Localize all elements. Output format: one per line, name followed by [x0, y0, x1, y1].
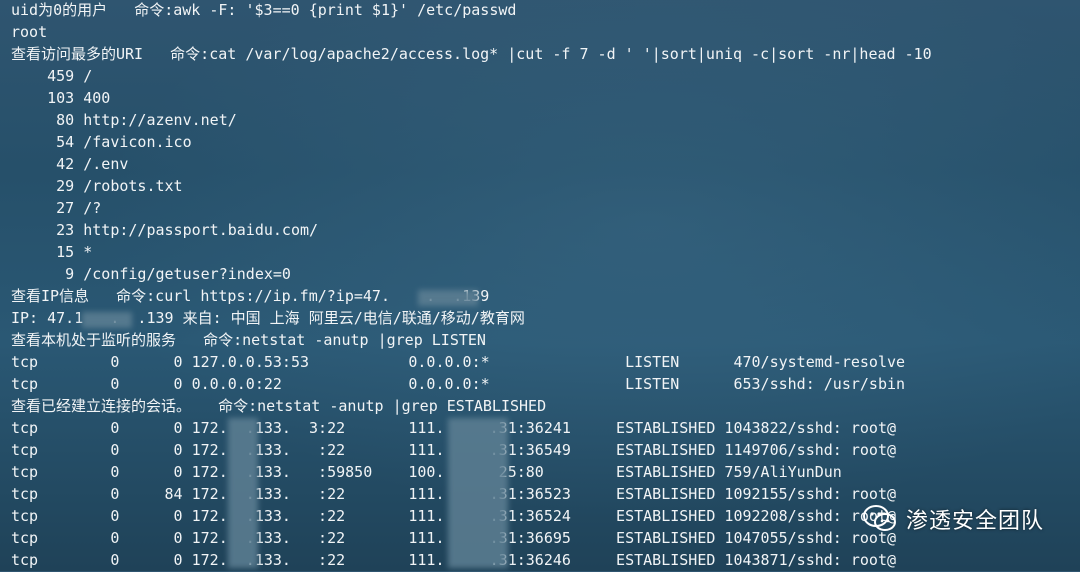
terminal-line: 42 /.env: [11, 155, 129, 173]
terminal-line: 查看访问最多的URI 命令:cat /var/log/apache2/acces…: [11, 45, 932, 63]
terminal-line: tcp 0 0 127.0.0.53:53 0.0.0.0:* LISTEN 4…: [11, 353, 906, 371]
redaction-blur: [82, 312, 132, 328]
terminal-line: 27 /?: [11, 199, 102, 217]
redaction-blur: [448, 418, 508, 568]
wechat-icon: [862, 504, 898, 534]
terminal-line: tcp 0 0 0.0.0.0:22 0.0.0.0:* LISTEN 653/…: [11, 375, 906, 393]
terminal-line: 103 400: [11, 89, 111, 107]
terminal-line: 查看已经建立连接的会话。 命令:netstat -anutp |grep EST…: [11, 397, 547, 415]
terminal-line: root: [11, 23, 48, 41]
terminal-line: uid为0的用户 命令:awk -F: '$3==0 {print $1}' /…: [11, 1, 517, 19]
terminal-line: 9 /config/getuser?index=0: [11, 265, 291, 283]
watermark-text: 渗透安全团队: [905, 509, 1044, 534]
terminal-line: 23 http://passport.baidu.com/: [11, 221, 319, 239]
terminal-window[interactable]: uid为0的用户 命令:awk -F: '$3==0 {print $1}' /…: [0, 0, 1080, 571]
terminal-line: 查看本机处于监听的服务 命令:netstat -anutp |grep LIST…: [11, 331, 486, 349]
terminal-line: 459 /: [11, 67, 93, 85]
redaction-blur: [418, 290, 478, 306]
redaction-blur: [228, 418, 258, 568]
terminal-line: 15 *: [11, 243, 93, 261]
terminal-line: tcp 0 0 172. .133. :59850 100. 25:80 EST…: [11, 463, 842, 481]
terminal-line: 54 /favicon.ico: [11, 133, 192, 151]
terminal-line: 80 http://azenv.net/: [11, 111, 237, 129]
watermark: 渗透安全团队: [862, 503, 1044, 535]
terminal-line: 29 /robots.txt: [11, 177, 183, 195]
